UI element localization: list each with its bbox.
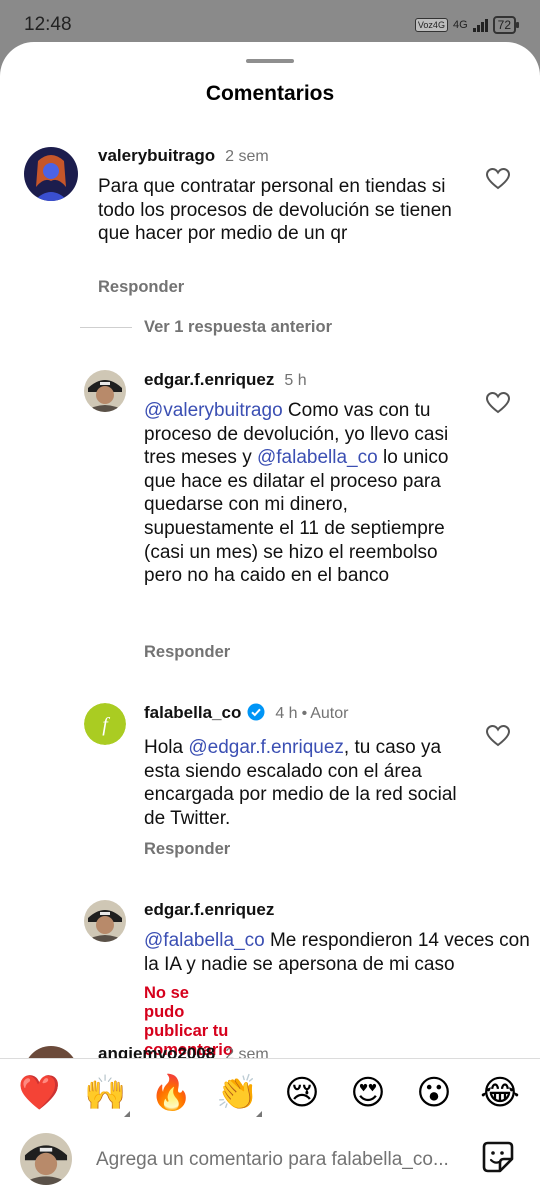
tears-of-joy-emoji-icon[interactable]: 😂 <box>480 1073 520 1113</box>
sheet-title: Comentarios <box>205 82 335 105</box>
like-heart-icon[interactable] <box>485 167 511 191</box>
status-time: 12:48 <box>24 14 72 35</box>
crying-face-emoji-icon[interactable]: 😢 <box>282 1073 322 1113</box>
comment-header: edgar.f.enriquez 5 h <box>144 370 307 390</box>
comment-composer <box>0 1129 540 1200</box>
timestamp: 5 h <box>284 372 307 389</box>
like-heart-icon[interactable] <box>485 724 511 748</box>
heart-eyes-emoji-icon[interactable]: 😍 <box>348 1073 388 1113</box>
sticker-icon[interactable] <box>480 1139 516 1175</box>
emoji-glyph: ❤️ <box>18 1074 61 1112</box>
reply-button[interactable]: Responder <box>98 278 184 297</box>
composer-area: ❤️ 🙌 🔥 👏 😢 😍 😮 😂 <box>0 1058 540 1200</box>
username[interactable]: valerybuitrago <box>98 146 215 165</box>
clapping-hands-emoji-icon[interactable]: 👏 <box>216 1073 262 1117</box>
emoji-glyph: 😂 <box>480 1074 520 1112</box>
volte-icon: Voz4G <box>414 18 448 32</box>
mention-link[interactable]: @falabella_co <box>144 930 265 951</box>
emoji-glyph: 🙌 <box>84 1074 127 1112</box>
comment-input[interactable] <box>94 1143 466 1177</box>
avatar[interactable] <box>84 370 126 412</box>
astonished-face-emoji-icon[interactable]: 😮 <box>414 1073 454 1113</box>
mention-link[interactable]: @edgar.f.enriquez <box>188 737 344 758</box>
raising-hands-emoji-icon[interactable]: 🙌 <box>84 1073 130 1117</box>
emoji-glyph: 😢 <box>284 1074 320 1112</box>
skin-tone-indicator-icon <box>256 1111 262 1117</box>
composer-avatar <box>20 1133 72 1185</box>
emoji-glyph: 🔥 <box>150 1074 193 1112</box>
red-heart-emoji-icon[interactable]: ❤️ <box>18 1073 61 1113</box>
network-type: 4G <box>452 19 468 31</box>
fire-emoji-icon[interactable]: 🔥 <box>150 1073 193 1113</box>
comment-header: valerybuitrago 2 sem <box>98 146 269 166</box>
separator-dot: • <box>301 705 308 722</box>
signal-icon <box>472 18 488 32</box>
avatar[interactable]: f <box>84 703 126 745</box>
avatar[interactable] <box>24 147 78 201</box>
reply-button[interactable]: Responder <box>144 643 230 662</box>
author-badge: Autor <box>310 705 349 722</box>
mention-link[interactable]: @falabella_co <box>257 447 378 468</box>
comment-header: falabella_co 4 h • Autor <box>144 703 348 723</box>
username[interactable]: falabella_co <box>144 703 241 722</box>
system-icons: Voz4G 4G 72 <box>414 16 520 34</box>
username[interactable]: edgar.f.enriquez <box>144 900 274 919</box>
comment-text: Para que contratar personal en tiendas s… <box>98 176 452 245</box>
skin-tone-indicator-icon <box>124 1111 130 1117</box>
emoji-glyph: 👏 <box>216 1074 259 1112</box>
timestamp: 4 h <box>275 705 298 722</box>
mention-link[interactable]: @valerybuitrago <box>144 400 283 421</box>
comment-text: Hola @edgar.f.enriquez, tu caso ya esta … <box>144 736 464 830</box>
username[interactable]: edgar.f.enriquez <box>144 370 274 389</box>
avatar[interactable] <box>84 900 126 942</box>
emoji-glyph: 😍 <box>350 1074 386 1112</box>
drag-handle[interactable] <box>246 59 294 63</box>
comment-text: @falabella_co Me respondieron 14 veces c… <box>144 929 539 976</box>
view-replies-label: Ver 1 respuesta anterior <box>144 318 333 336</box>
comments-sheet: Comentarios valerybuitrago 2 sem Para que… <box>0 42 540 1200</box>
comment-header: edgar.f.enriquez <box>144 900 274 920</box>
battery-icon: 72 <box>492 16 520 34</box>
reply-button[interactable]: Responder <box>144 840 230 859</box>
verified-badge-icon <box>247 703 265 721</box>
view-previous-replies[interactable]: Ver 1 respuesta anterior <box>80 318 332 337</box>
emoji-glyph: 😮 <box>416 1074 452 1112</box>
timestamp: 2 sem <box>225 148 269 165</box>
like-heart-icon[interactable] <box>485 391 511 415</box>
comment-text: @valerybuitrago Como vas con tu proceso … <box>144 399 464 588</box>
comment-text-part: Hola <box>144 737 189 758</box>
